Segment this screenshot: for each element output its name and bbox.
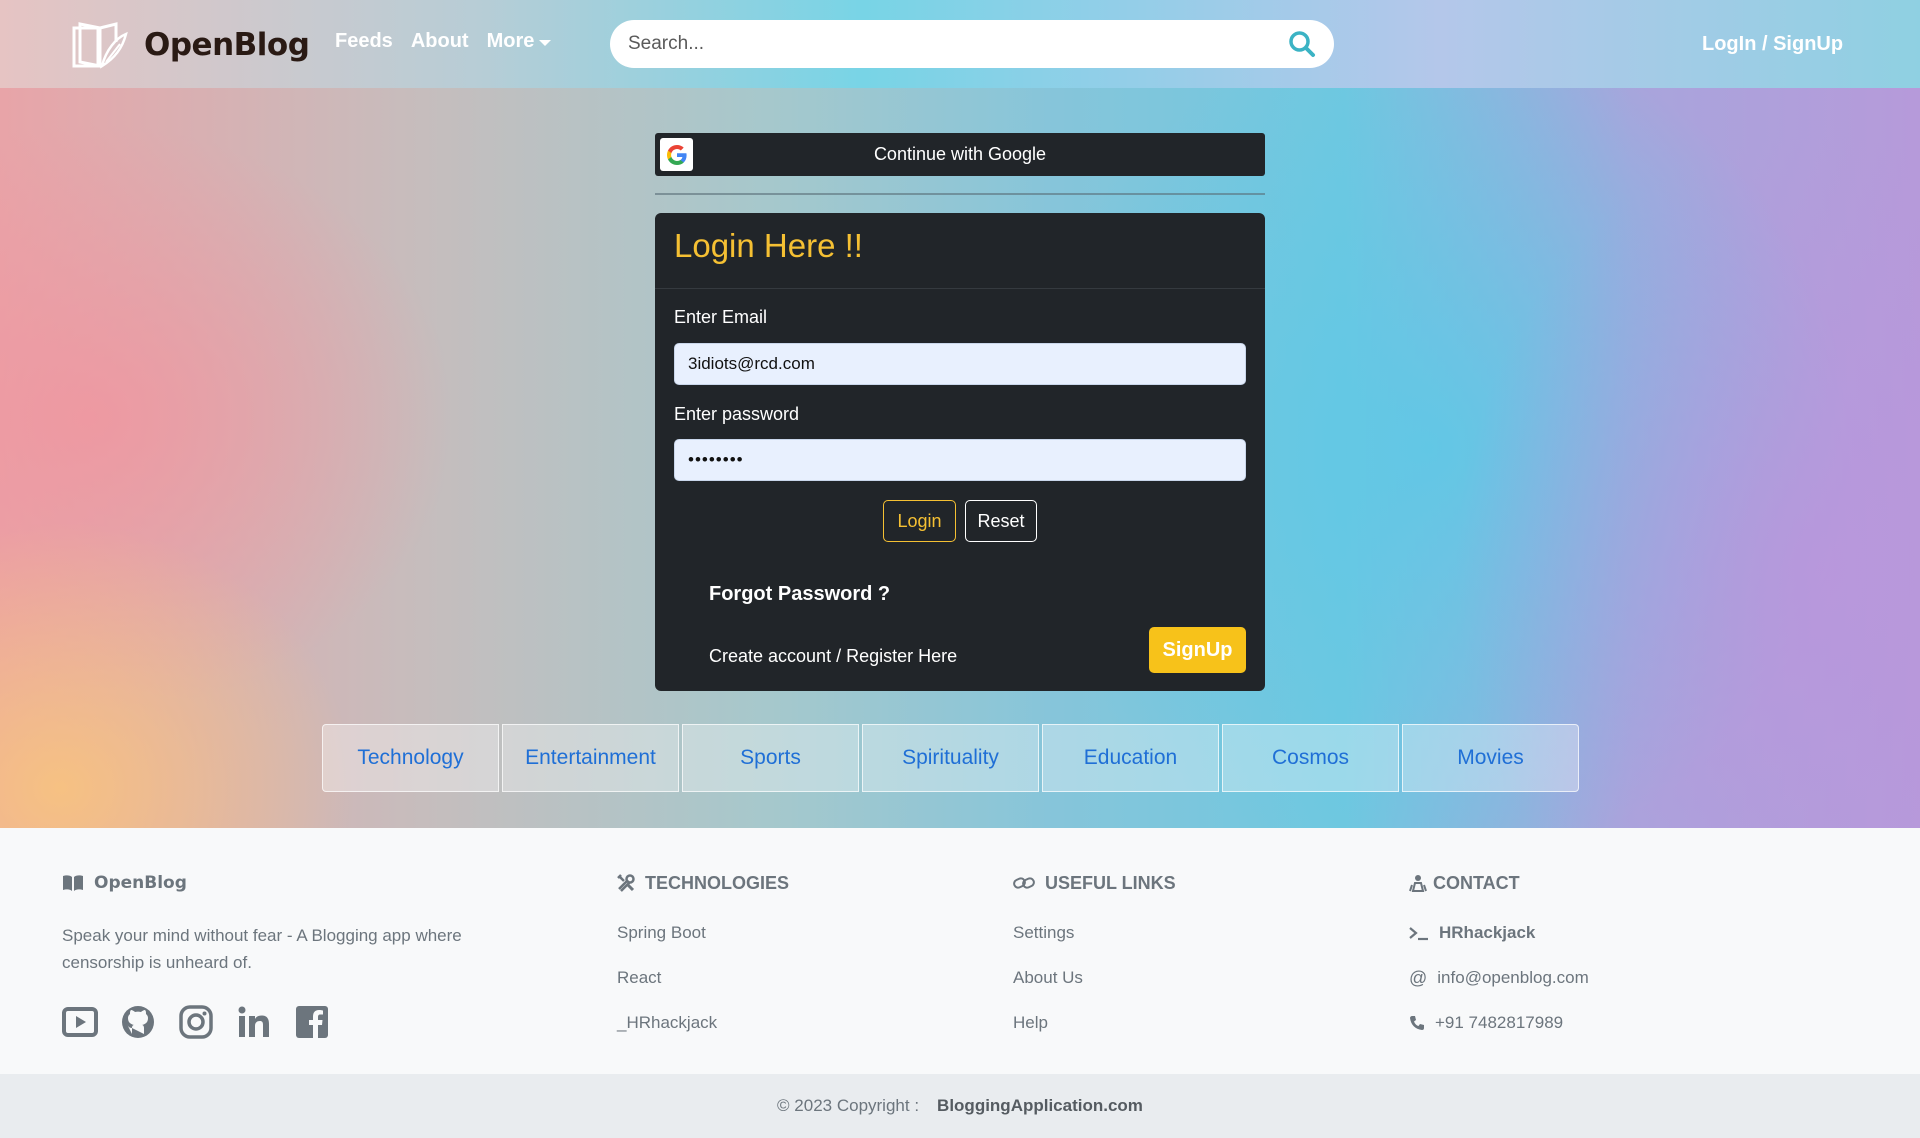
category-spirituality[interactable]: Spirituality — [862, 724, 1039, 792]
nav-more-label: More — [486, 30, 535, 52]
google-icon — [666, 144, 687, 165]
useful-links-heading: USEFUL LINKS — [1013, 872, 1176, 894]
at-icon: @ — [1409, 967, 1428, 988]
google-signin-button[interactable]: Continue with Google — [655, 133, 1265, 176]
login-signup-link[interactable]: LogIn / SignUp — [1702, 33, 1843, 56]
phone-icon — [1410, 1016, 1424, 1030]
contact-handle[interactable]: HRhackjack — [1409, 922, 1589, 944]
category-education[interactable]: Education — [1042, 724, 1219, 792]
contact-phone-label: +91 7482817989 — [1435, 1013, 1564, 1032]
brand-name: OpenBlog — [144, 27, 310, 63]
contact-handle-label: HRhackjack — [1439, 923, 1536, 942]
contact-email-label: info@openblog.com — [1437, 968, 1589, 987]
useful-link-settings[interactable]: Settings — [1013, 922, 1176, 944]
useful-link-about-us[interactable]: About Us — [1013, 967, 1176, 989]
category-movies[interactable]: Movies — [1402, 724, 1579, 792]
footer-contact-column: CONTACT HRhackjack @ info@openblog.com +… — [1409, 872, 1589, 1057]
login-card-header: Login Here !! — [655, 213, 1265, 289]
email-field[interactable]: 3idiots@rcd.com — [674, 343, 1246, 385]
nav-feeds-link[interactable]: Feeds — [335, 30, 393, 53]
tech-link-hrhackjack[interactable]: _HRhackjack — [617, 1012, 789, 1034]
google-icon-box — [660, 138, 693, 171]
footer: OpenBlog Speak your mind without fear - … — [0, 828, 1920, 1074]
technologies-title: TECHNOLOGIES — [645, 872, 790, 893]
password-label: Enter password — [674, 404, 800, 424]
useful-links-title: USEFUL LINKS — [1045, 872, 1176, 893]
youtube-icon[interactable] — [62, 1004, 98, 1040]
nav-about-link[interactable]: About — [411, 30, 469, 53]
divider — [655, 193, 1265, 195]
footer-brand-heading: OpenBlog — [62, 872, 492, 894]
category-bar: Technology Entertainment Sports Spiritua… — [322, 724, 1579, 792]
email-label: Enter Email — [674, 307, 768, 327]
contact-title: CONTACT — [1433, 872, 1520, 893]
chevron-down-icon — [539, 39, 552, 46]
people-icon — [1409, 875, 1427, 892]
link-icon — [1013, 877, 1035, 889]
navbar: OpenBlog Feeds About More LogIn / SignUp — [0, 0, 1920, 88]
tech-link-spring-boot[interactable]: Spring Boot — [617, 922, 789, 944]
reset-button[interactable]: Reset — [965, 500, 1037, 542]
tech-link-react[interactable]: React — [617, 967, 789, 989]
copyright-bar: © 2023 Copyright : BloggingApplication.c… — [0, 1074, 1920, 1138]
login-card: Login Here !! Enter Email 3idiots@rcd.co… — [655, 213, 1265, 691]
open-book-icon — [63, 875, 83, 891]
footer-brand-column: OpenBlog Speak your mind without fear - … — [62, 872, 492, 1040]
search-icon[interactable] — [1288, 30, 1316, 58]
search-input[interactable] — [628, 33, 1288, 55]
footer-brand-name: OpenBlog — [94, 873, 187, 893]
nav-links: Feeds About More — [335, 30, 552, 53]
category-entertainment[interactable]: Entertainment — [502, 724, 679, 792]
technologies-heading: TECHNOLOGIES — [617, 872, 789, 894]
social-links — [62, 1004, 492, 1040]
footer-useful-links-column: USEFUL LINKS Settings About Us Help — [1013, 872, 1176, 1057]
signup-button[interactable]: SignUp — [1149, 627, 1246, 673]
contact-phone[interactable]: +91 7482817989 — [1409, 1012, 1589, 1034]
instagram-icon[interactable] — [178, 1004, 214, 1040]
category-sports[interactable]: Sports — [682, 724, 859, 792]
copyright-text: © 2023 Copyright : — [777, 1096, 920, 1115]
tools-icon — [617, 874, 635, 892]
google-button-label: Continue with Google — [873, 144, 1047, 164]
search-box — [610, 20, 1334, 68]
github-icon[interactable] — [120, 1004, 156, 1040]
brand[interactable]: OpenBlog — [70, 20, 310, 70]
login-title: Login Here !! — [674, 227, 863, 264]
create-account-text: Create account / Register Here — [709, 646, 958, 666]
facebook-icon[interactable] — [294, 1004, 330, 1040]
contact-email[interactable]: @ info@openblog.com — [1409, 967, 1589, 989]
footer-description: Speak your mind without fear - A Bloggin… — [62, 926, 462, 972]
category-technology[interactable]: Technology — [322, 724, 499, 792]
book-feather-logo-icon — [72, 22, 128, 69]
terminal-icon — [1409, 927, 1428, 941]
login-button[interactable]: Login — [883, 500, 956, 542]
contact-heading: CONTACT — [1409, 872, 1589, 894]
forgot-password-link[interactable]: Forgot Password ? — [709, 583, 890, 606]
nav-more-dropdown[interactable]: More — [487, 30, 552, 53]
useful-link-help[interactable]: Help — [1013, 1012, 1176, 1034]
linkedin-icon[interactable] — [236, 1004, 272, 1040]
password-field[interactable]: •••••••• — [674, 439, 1246, 481]
copyright-site-link[interactable]: BloggingApplication.com — [937, 1096, 1143, 1116]
category-cosmos[interactable]: Cosmos — [1222, 724, 1399, 792]
footer-technologies-column: TECHNOLOGIES Spring Boot React _HRhackja… — [617, 872, 789, 1057]
